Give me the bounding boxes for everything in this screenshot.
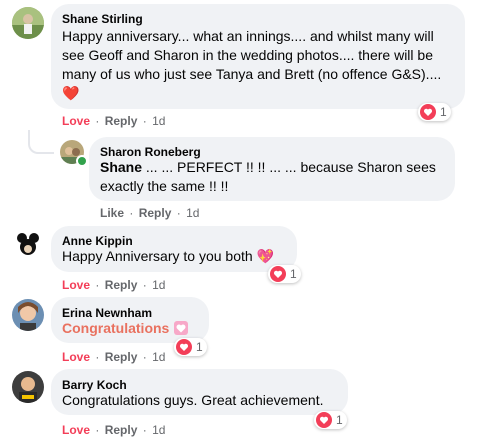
reply-button[interactable]: Reply [105,350,138,364]
love-reaction-icon [420,104,436,120]
reaction-count: 1 [196,340,203,354]
comment-actions: Love · Reply · 1d [62,278,165,292]
comment-text: Shane ... ... PERFECT !! !! ... ... beca… [100,158,448,196]
reply-button[interactable]: Reply [105,423,138,437]
comment-timestamp[interactable]: 1d [152,423,165,437]
avatar[interactable] [12,7,44,39]
avatar-photo [12,228,44,260]
separator-dot: · [95,423,100,437]
comment-author[interactable]: Shane Stirling [62,12,143,26]
comment-actions: Like · Reply · 1d [100,206,199,220]
separator-dot: · [142,114,147,128]
love-button[interactable]: Love [62,278,90,292]
mention-link[interactable]: Shane [100,159,142,175]
love-reaction-icon [316,412,332,428]
reaction-summary[interactable]: 1 [418,103,451,121]
comment-timestamp[interactable]: 1d [152,350,165,364]
avatar[interactable] [12,228,44,260]
comment-actions: Love · Reply · 1d [62,423,165,437]
avatar[interactable] [12,371,44,403]
avatar-photo [12,299,44,331]
comment-actions: Love · Reply · 1d [62,350,165,364]
love-button[interactable]: Love [62,114,90,128]
reply-button[interactable]: Reply [139,206,172,220]
love-reaction-icon [270,266,286,282]
reaction-summary[interactable]: 1 [174,338,207,356]
reaction-count: 1 [440,105,447,119]
comment-timestamp[interactable]: 1d [152,278,165,292]
comment-text: Happy Anniversary to you both 💖 [62,248,274,264]
reply-button[interactable]: Reply [105,114,138,128]
like-button[interactable]: Like [100,206,124,220]
avatar[interactable] [12,299,44,331]
thread-connector [28,130,54,154]
comment-author[interactable]: Anne Kippin [62,234,133,248]
gift-heart-icon [174,321,189,335]
comment-author[interactable]: Erina Newnham [62,306,152,320]
comment-text: Congratulations [62,319,208,338]
comment-timestamp[interactable]: 1d [186,206,199,220]
reaction-summary[interactable]: 1 [314,411,347,429]
comment-body: ... ... PERFECT !! !! ... ... because Sh… [100,159,436,194]
comment-actions: Love · Reply · 1d [62,114,165,128]
congratulations-text: Congratulations [62,320,170,336]
separator-dot: · [142,423,147,437]
reply-button[interactable]: Reply [105,278,138,292]
reaction-count: 1 [336,413,343,427]
comment-author[interactable]: Sharon Roneberg [100,145,201,159]
separator-dot: · [95,350,100,364]
separator-dot: · [129,206,134,220]
love-button[interactable]: Love [62,350,90,364]
separator-dot: · [142,278,147,292]
comment-author[interactable]: Barry Koch [62,378,127,392]
separator-dot: · [95,278,100,292]
comment-text: Happy anniversary... what an innings....… [62,28,442,101]
avatar-photo [12,7,44,39]
reaction-summary[interactable]: 1 [268,265,301,283]
comment-text: Congratulations guys. Great achievement. [62,392,324,408]
separator-dot: · [142,350,147,364]
love-reaction-icon [176,339,192,355]
avatar-photo [12,371,44,403]
comment-timestamp[interactable]: 1d [152,114,165,128]
reaction-count: 1 [290,267,297,281]
love-button[interactable]: Love [62,423,90,437]
separator-dot: · [176,206,181,220]
online-status-icon [76,155,88,167]
separator-dot: · [95,114,100,128]
